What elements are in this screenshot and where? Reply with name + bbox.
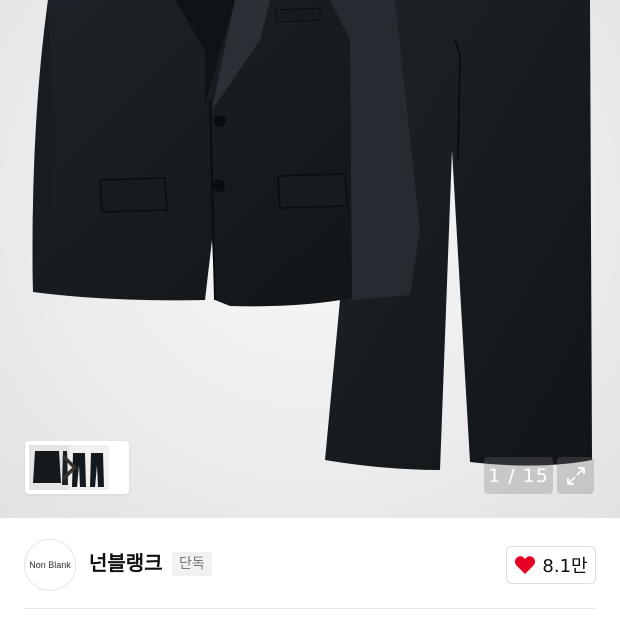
brand-name[interactable]: 넌블랭크	[89, 549, 163, 577]
like-button[interactable]: 8.1만	[506, 546, 596, 584]
thumbnail-strip[interactable]	[25, 441, 129, 494]
product-image-gallery[interactable]: 1 / 15	[0, 0, 620, 518]
like-count: 8.1만	[542, 556, 588, 577]
expand-button[interactable]	[557, 457, 594, 494]
chevron-right-icon[interactable]	[29, 445, 109, 490]
divider	[24, 608, 596, 609]
brand-logo-text: Non Blank	[29, 560, 71, 570]
brand-logo[interactable]: Non Blank	[24, 539, 76, 591]
image-counter: 1 / 15	[484, 457, 553, 494]
expand-icon	[566, 466, 585, 485]
heart-icon	[515, 556, 536, 574]
exclusive-badge: 단독	[172, 552, 212, 576]
